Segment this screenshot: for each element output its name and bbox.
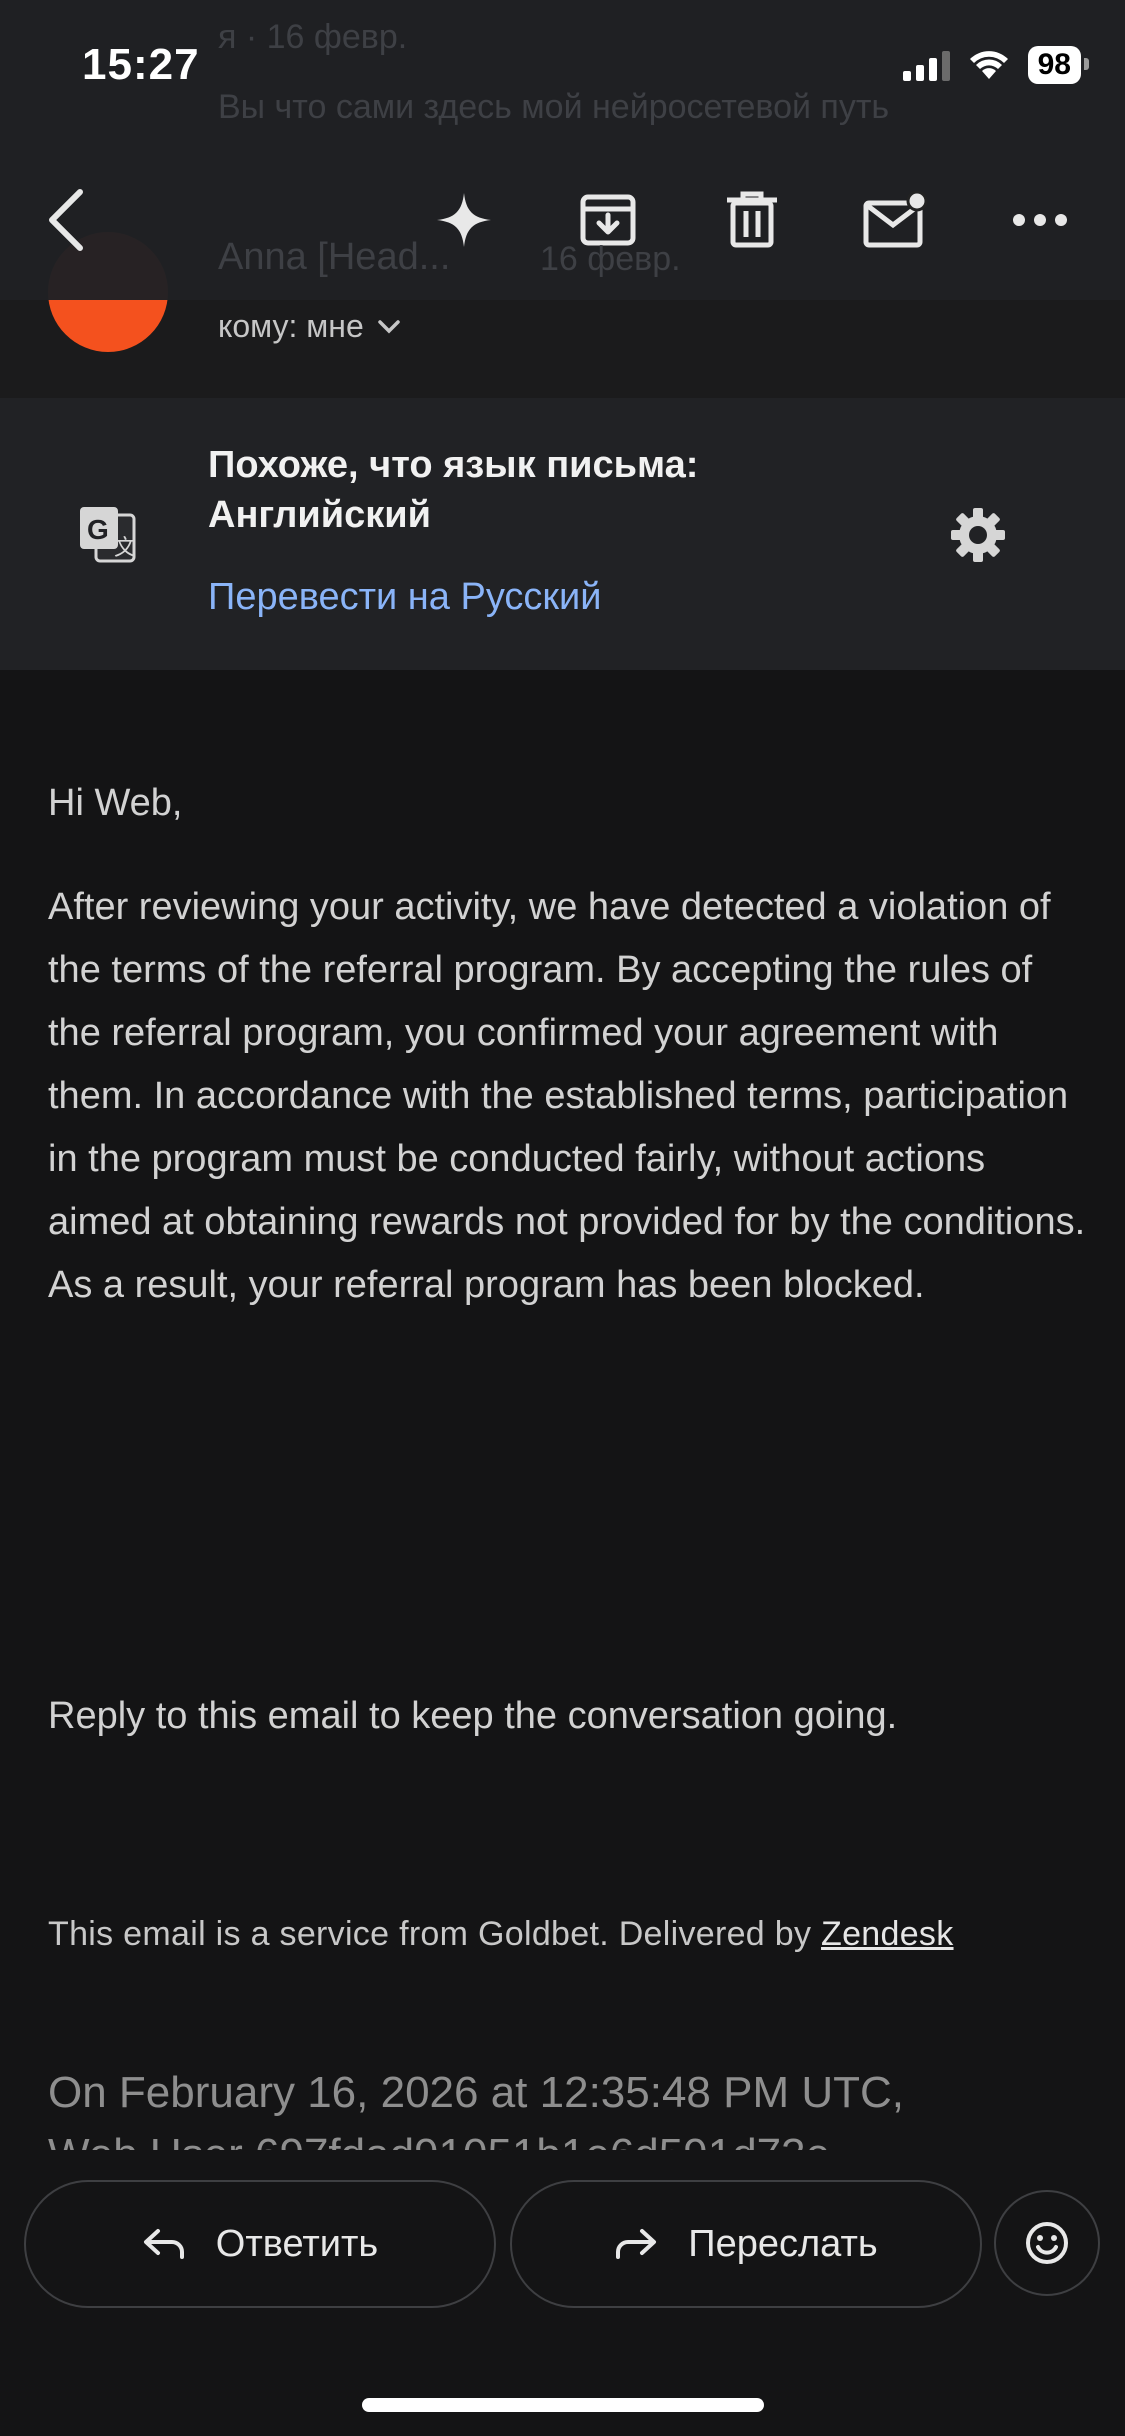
ghost-preview: Вы что сами здесь мой нейросетевой путь xyxy=(218,88,890,126)
smiley-icon xyxy=(1026,2222,1068,2264)
forward-icon xyxy=(616,2229,657,2259)
translation-message: Похоже, что язык письма: Английский xyxy=(208,444,699,536)
quoted-header-line: On February 16, 2026 at 12:35:48 PM UTC, xyxy=(48,2068,905,2117)
wifi-icon xyxy=(969,51,1008,79)
ghost-date: я · 16 февр. xyxy=(218,18,408,56)
trash-icon xyxy=(727,191,777,248)
translate-link[interactable]: Перевести на Русский xyxy=(208,576,601,619)
home-indicator[interactable] xyxy=(362,2398,764,2412)
forward-button[interactable]: Переслать xyxy=(510,2180,982,2308)
forward-label: Переслать xyxy=(688,2222,878,2265)
reply-label: Ответить xyxy=(215,2222,379,2265)
ghost-sender: Anna [Head... xyxy=(218,236,451,278)
footer-note: This email is a service from Goldbet. De… xyxy=(48,1915,954,1954)
reply-icon xyxy=(143,2229,184,2259)
recipient-label: кому: мне xyxy=(218,308,364,344)
chevron-left-icon xyxy=(49,189,83,251)
delete-button[interactable] xyxy=(712,180,792,260)
chevron-down-icon xyxy=(378,319,400,333)
more-options-button[interactable] xyxy=(1000,180,1080,260)
footer-text: This email is a service from Goldbet. De… xyxy=(48,1915,822,1953)
email-paragraph: After reviewing your activity, we have d… xyxy=(48,886,1086,1306)
back-button[interactable] xyxy=(26,180,106,260)
email-greeting: Hi Web, xyxy=(48,782,183,824)
ghost-time: 16 февр. xyxy=(540,240,681,278)
svg-text:文: 文 xyxy=(114,535,136,560)
status-time: 15:27 xyxy=(82,40,200,89)
recipient-toggle[interactable]: кому: мне xyxy=(218,308,400,345)
mail-unread-icon xyxy=(863,191,928,248)
gear-icon[interactable] xyxy=(948,505,1008,565)
emoji-reaction-button[interactable] xyxy=(994,2190,1100,2296)
status-icons: 98 xyxy=(902,46,1090,84)
translate-icon: G 文 xyxy=(80,507,136,563)
more-horizontal-icon xyxy=(1013,214,1067,226)
zendesk-link[interactable]: Zendesk xyxy=(821,1915,954,1953)
reply-button[interactable]: Ответить xyxy=(24,2180,496,2308)
reply-prompt: Reply to this email to keep the conversa… xyxy=(48,1695,898,1737)
battery-indicator: 98 xyxy=(1027,46,1090,84)
mark-unread-button[interactable] xyxy=(856,180,936,260)
svg-text:G: G xyxy=(87,514,109,545)
cellular-signal-icon xyxy=(902,49,950,81)
